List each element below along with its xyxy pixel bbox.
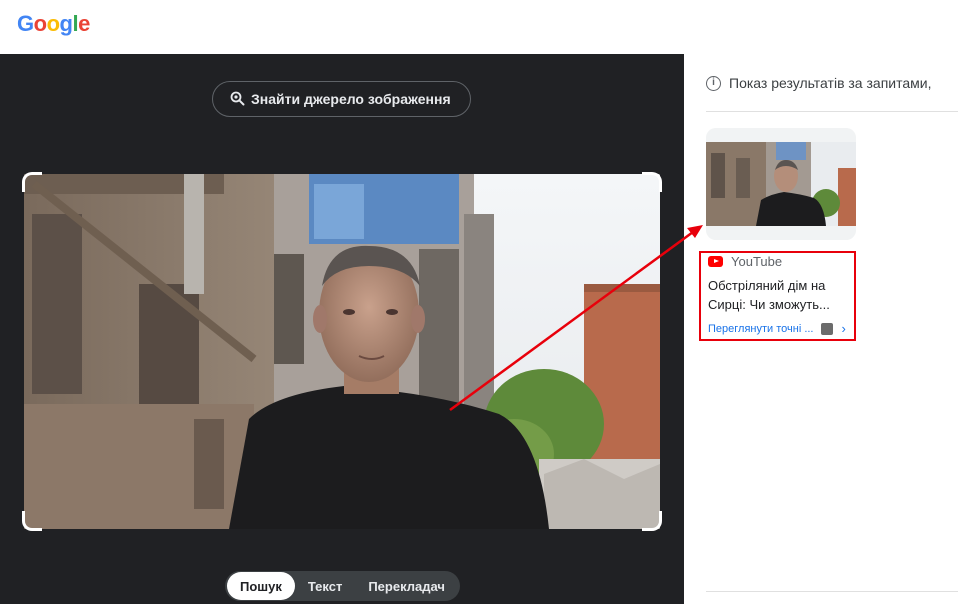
result-card[interactable] [706, 128, 856, 240]
find-source-label: Знайти джерело зображення [251, 91, 451, 107]
tab-text[interactable]: Текст [295, 572, 355, 600]
results-info-text: Показ результатів за запитами, [729, 75, 932, 91]
google-lens-page: Google Знайти джерело зображення Пошук Т… [0, 0, 958, 604]
frame-corner-handle[interactable] [642, 172, 662, 192]
result-title[interactable]: Обстріляний дім на Сирці: Чи зможуть... [708, 276, 848, 314]
lens-search-icon [229, 90, 245, 109]
youtube-icon [708, 256, 723, 267]
chevron-right-icon: › [841, 321, 846, 336]
tab-search[interactable]: Пошук [227, 572, 295, 600]
find-image-source-button[interactable]: Знайти джерело зображення [212, 81, 471, 117]
frame-corner-handle[interactable] [642, 511, 662, 531]
divider [706, 591, 958, 592]
selection-frame[interactable] [22, 172, 662, 531]
logo-letter: e [78, 11, 90, 36]
view-exact-label: Переглянути точні ... [708, 322, 814, 335]
divider [706, 111, 958, 112]
view-exact-matches-link[interactable]: Переглянути точні ... › [708, 321, 846, 336]
google-logo[interactable]: Google [17, 10, 90, 38]
query-image [24, 174, 660, 529]
mode-tabs: Пошук Текст Перекладач [225, 571, 460, 601]
results-info: i Показ результатів за запитами, [706, 75, 931, 91]
result-thumbnail[interactable] [706, 128, 856, 240]
logo-letter: G [17, 11, 34, 36]
tab-translate[interactable]: Перекладач [355, 572, 458, 600]
header: Google [0, 0, 958, 54]
results-pane: i Показ результатів за запитами, YouTube… [684, 54, 958, 604]
frame-corner-handle[interactable] [22, 511, 42, 531]
result-source-name: YouTube [731, 254, 783, 269]
image-pane: Знайти джерело зображення Пошук Текст Пе… [0, 54, 684, 604]
result-source: YouTube [708, 254, 782, 269]
logo-letter: o [33, 11, 47, 36]
frame-corner-handle[interactable] [22, 172, 42, 192]
logo-letter: g [59, 11, 73, 36]
logo-letter: o [46, 11, 60, 36]
info-icon[interactable]: i [706, 75, 721, 91]
thumbnail-icon [821, 322, 834, 335]
